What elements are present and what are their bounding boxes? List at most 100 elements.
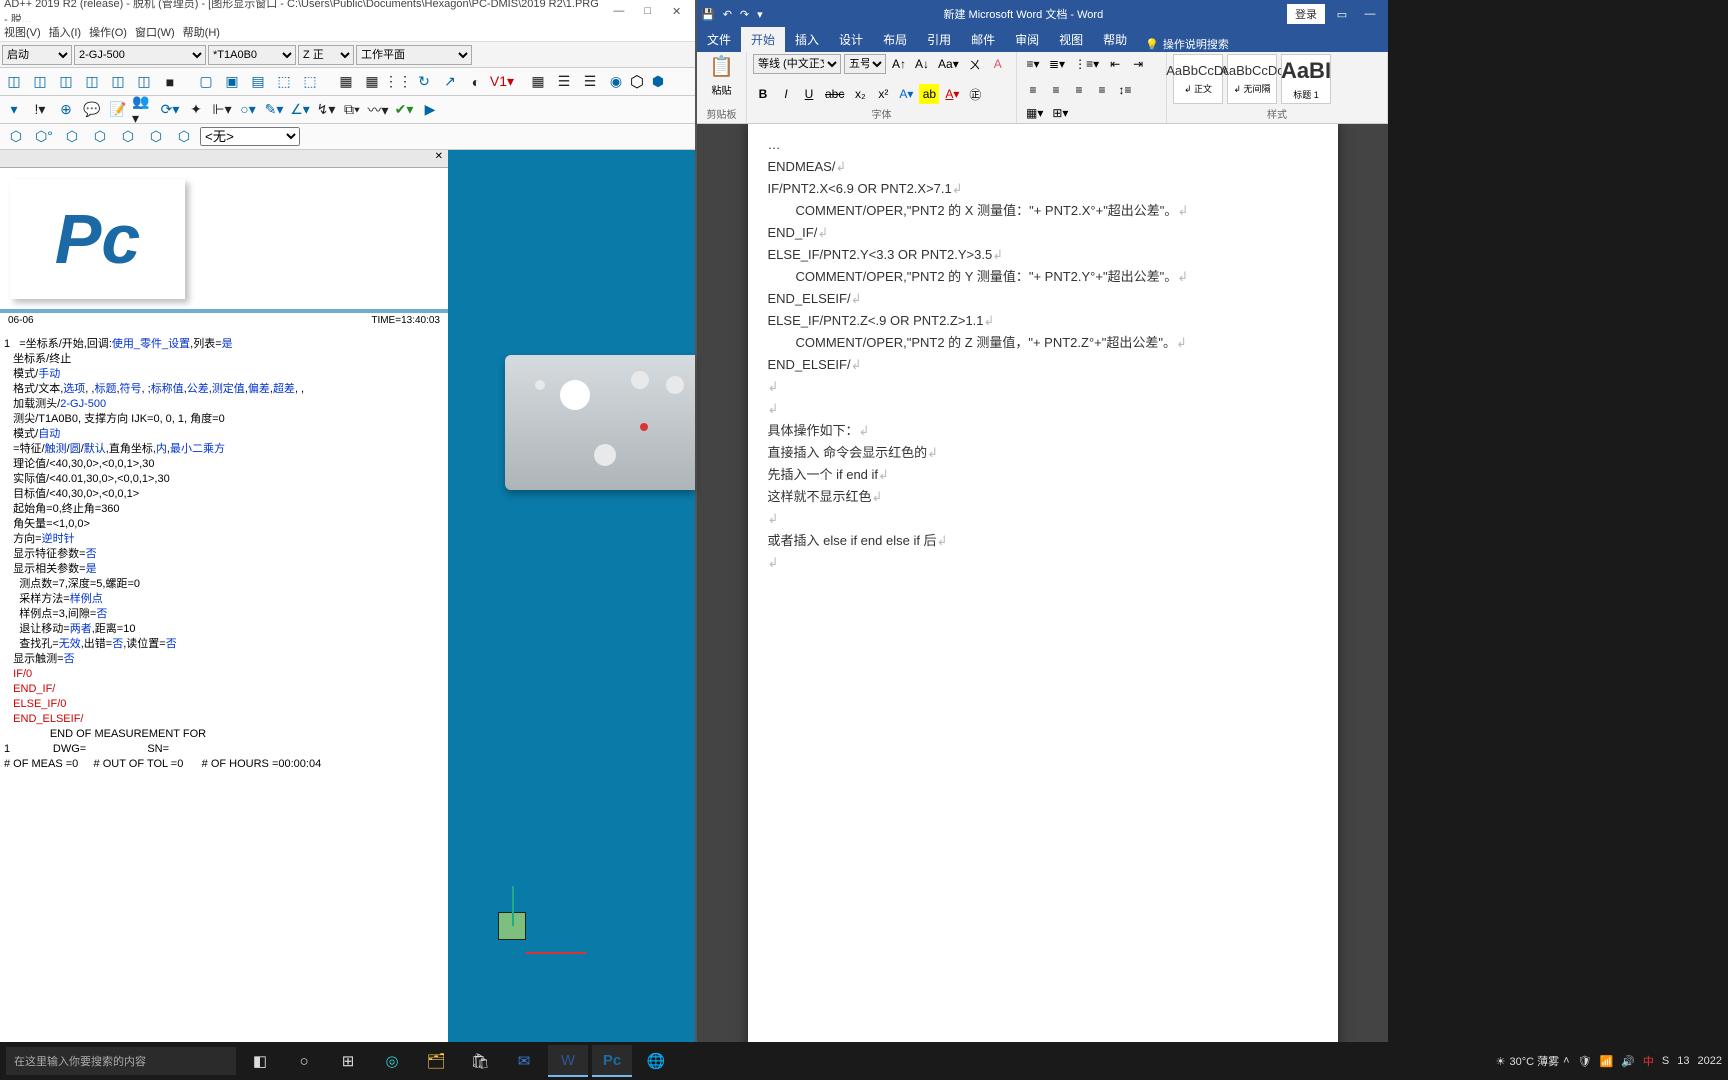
clear-format-icon[interactable]: A	[988, 54, 1008, 74]
multilevel-icon[interactable]: ⋮≡▾	[1071, 54, 1102, 74]
browser-icon[interactable]: 🌐	[636, 1045, 676, 1077]
tab-insert[interactable]: 插入	[785, 27, 829, 52]
box-icon[interactable]: ▣	[220, 70, 244, 94]
box-icon[interactable]: ▢	[194, 70, 218, 94]
minimize-button[interactable]: —	[605, 5, 634, 17]
indent-right-icon[interactable]: ⇥	[1128, 54, 1148, 74]
phonetic-icon[interactable]: ㄨ	[965, 54, 985, 74]
tab-mailings[interactable]: 邮件	[961, 27, 1005, 52]
toggle-icon[interactable]: ◐	[464, 70, 488, 94]
tab-references[interactable]: 引用	[917, 27, 961, 52]
cube-icon[interactable]: ◫	[28, 70, 52, 94]
circle-icon[interactable]: ○▾	[236, 98, 260, 122]
change-case-icon[interactable]: Aa▾	[935, 54, 962, 74]
ribbon-options-icon[interactable]: ▭	[1328, 8, 1356, 21]
system-tray[interactable]: ˄ 🛡 📶 🔊 中 S 13 2022	[1563, 1053, 1722, 1069]
italic-button[interactable]: I	[776, 84, 796, 104]
strike-button[interactable]: abc	[822, 84, 847, 104]
axis-icon[interactable]: ✦	[184, 98, 208, 122]
underline-button[interactable]: U	[799, 84, 819, 104]
play-icon[interactable]: ▶	[418, 98, 442, 122]
combo-workplane[interactable]: 工作平面	[356, 45, 472, 65]
v1-icon[interactable]: V1▾	[490, 70, 514, 94]
comment-icon[interactable]: 💬	[80, 98, 104, 122]
note-icon[interactable]: 📝	[106, 98, 130, 122]
font-name-select[interactable]: 等线 (中文正文)	[753, 54, 841, 74]
combo-axis[interactable]: Z 正	[298, 45, 354, 65]
shading-icon[interactable]: ▦▾	[1023, 103, 1046, 123]
grid-dots-icon[interactable]: ⋮⋮	[386, 70, 410, 94]
styles-gallery[interactable]: AaBbCcDc↲ 正文 AaBbCcDc↲ 无间隔 AaBI标题 1	[1173, 54, 1331, 104]
undo-icon[interactable]: ↶	[723, 8, 732, 21]
login-button[interactable]: 登录	[1287, 4, 1325, 24]
word-taskbar-icon[interactable]: W	[548, 1045, 588, 1077]
arrow-icon[interactable]: ↗	[438, 70, 462, 94]
graphic-display-window[interactable]	[448, 150, 695, 1060]
cad-part-model[interactable]	[505, 355, 695, 490]
tool-icon[interactable]: ⬡	[630, 72, 644, 92]
hex-icon[interactable]: ⬡	[144, 125, 168, 149]
hex-icon[interactable]: ⬡	[88, 125, 112, 149]
ime-icon[interactable]: S	[1662, 1055, 1669, 1067]
clock-time[interactable]: 13	[1677, 1055, 1689, 1067]
tab-layout[interactable]: 布局	[873, 27, 917, 52]
minimize-button[interactable]: —	[1356, 8, 1384, 20]
font-color-icon[interactable]: A▾	[942, 84, 962, 104]
tab-help[interactable]: 帮助	[1093, 27, 1137, 52]
tell-me-search[interactable]: 💡操作说明搜索	[1137, 36, 1237, 52]
superscript-button[interactable]: x²	[873, 84, 893, 104]
list-icon[interactable]: ☰	[578, 70, 602, 94]
angle-icon[interactable]: ∠▾	[288, 98, 312, 122]
hex-icon[interactable]: ⬡	[60, 125, 84, 149]
combo-tip[interactable]: *T1A0B0	[208, 45, 296, 65]
tab-home[interactable]: 开始	[741, 27, 785, 52]
tab-file[interactable]: 文件	[697, 27, 741, 52]
style-no-spacing[interactable]: AaBbCcDc↲ 无间隔	[1227, 54, 1277, 104]
target-icon[interactable]: ⊕	[54, 98, 78, 122]
grid-icon[interactable]: ▦	[360, 70, 384, 94]
combo-probe[interactable]: 2-GJ-500	[74, 45, 206, 65]
bullets-icon[interactable]: ≡▾	[1023, 54, 1043, 74]
tab-review[interactable]: 审阅	[1005, 27, 1049, 52]
tray-up-icon[interactable]: ˄	[1563, 1055, 1569, 1067]
combo-filter[interactable]: <无>	[200, 127, 300, 146]
bold-button[interactable]: B	[753, 84, 773, 104]
close-button[interactable]: ✕	[662, 5, 691, 18]
close-panel-icon[interactable]: ✕	[432, 151, 446, 162]
align-center-icon[interactable]: ≡	[1046, 80, 1066, 100]
enclose-char-icon[interactable]: ㊣	[965, 84, 985, 104]
weather-widget[interactable]: ☀ 30°C 薄雾	[1496, 1053, 1560, 1069]
tab-view[interactable]: 视图	[1049, 27, 1093, 52]
align-left-icon[interactable]: ≡	[1023, 80, 1043, 100]
vector-icon[interactable]: ↯▾	[314, 98, 338, 122]
hex-icon[interactable]: ⬡	[4, 125, 28, 149]
paste-label[interactable]: 粘贴	[712, 82, 732, 97]
hex-icon[interactable]: ⬡°	[32, 125, 56, 149]
cube-icon[interactable]: ◫	[106, 70, 130, 94]
cube-icon[interactable]: ◫	[80, 70, 104, 94]
taskbar-item[interactable]: ⊞	[328, 1045, 368, 1077]
group-icon[interactable]: 👥▾	[132, 98, 156, 122]
save-icon[interactable]: 💾	[701, 8, 715, 21]
cube-icon[interactable]: ◫	[54, 70, 78, 94]
box-3d-icon[interactable]: ⬚	[272, 70, 296, 94]
subscript-button[interactable]: x₂	[850, 84, 870, 104]
tab-design[interactable]: 设计	[829, 27, 873, 52]
cube-solid-icon[interactable]: ■	[158, 70, 182, 94]
check-icon[interactable]: ✔▾	[392, 98, 416, 122]
wifi-icon[interactable]: 📶	[1600, 1055, 1614, 1068]
hex-icon[interactable]: ⬡	[172, 125, 196, 149]
store-icon[interactable]: 🛍	[460, 1045, 500, 1077]
hex-icon[interactable]: ⬡	[116, 125, 140, 149]
box-3d-icon[interactable]: ⬚	[298, 70, 322, 94]
security-icon[interactable]: 🛡	[1578, 1055, 1592, 1068]
grid-icon[interactable]: ▦	[334, 70, 358, 94]
redo-icon[interactable]: ↷	[740, 8, 749, 21]
sphere-icon[interactable]: ◉	[604, 70, 628, 94]
task-view-icon[interactable]: ◧	[240, 1045, 280, 1077]
text-effects-icon[interactable]: A▾	[896, 84, 916, 104]
indent-left-icon[interactable]: ⇤	[1105, 54, 1125, 74]
shrink-font-icon[interactable]: A↓	[912, 54, 932, 74]
highlight-icon[interactable]: ab	[919, 84, 939, 104]
page[interactable]: … ENDMEAS/↲ IF/PNT2.X<6.9 OR PNT2.X>7.1↲…	[748, 124, 1338, 1058]
